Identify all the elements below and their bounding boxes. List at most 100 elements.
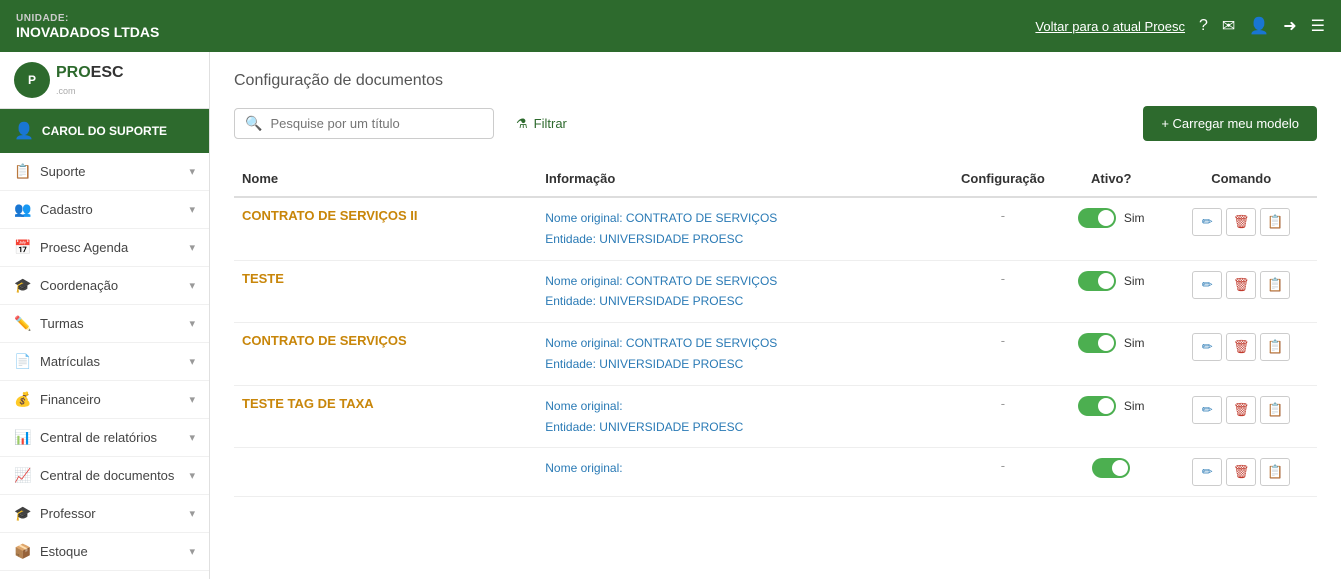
- doc-name-link[interactable]: TESTE TAG DE TAXA: [242, 396, 374, 411]
- doc-info-original: Nome original: CONTRATO DE SERVIÇOS: [545, 274, 777, 288]
- col-header-nome: Nome: [234, 161, 537, 197]
- financeiro-icon: 💰: [14, 391, 30, 408]
- search-box: 🔍: [234, 108, 494, 139]
- turmas-icon: ✏️: [14, 315, 30, 332]
- documentos-icon: 📈: [14, 467, 30, 484]
- action-buttons: ✏ 🗑 📋: [1173, 396, 1309, 424]
- logout-icon[interactable]: ➜: [1283, 16, 1296, 36]
- chevron-icon: ▾: [189, 507, 195, 520]
- doc-config: -: [949, 385, 1057, 448]
- view-button[interactable]: 📋: [1260, 396, 1290, 424]
- sidebar-item-configuracoes[interactable]: ⚙️ Configurações ▾: [0, 571, 209, 579]
- toggle-cell: Sim: [1065, 333, 1157, 353]
- delete-button[interactable]: 🗑: [1226, 458, 1256, 486]
- sidebar-item-financeiro[interactable]: 💰 Financeiro ▾: [0, 381, 209, 419]
- edit-button[interactable]: ✏: [1192, 271, 1222, 299]
- col-header-ativo: Ativo?: [1057, 161, 1165, 197]
- active-toggle[interactable]: [1078, 271, 1116, 291]
- search-input[interactable]: [270, 116, 483, 131]
- matriculas-icon: 📄: [14, 353, 30, 370]
- sidebar-item-central-documentos[interactable]: 📈 Central de documentos ▾: [0, 457, 209, 495]
- delete-button[interactable]: 🗑: [1226, 333, 1256, 361]
- user-avatar-icon: 👤: [14, 121, 34, 141]
- logo-text: PROESC .com: [56, 64, 124, 97]
- active-toggle[interactable]: [1078, 208, 1116, 228]
- doc-info-original: Nome original: CONTRATO DE SERVIÇOS: [545, 336, 777, 350]
- toolbar-left: 🔍 ⚗ Filtrar: [234, 108, 577, 139]
- edit-button[interactable]: ✏: [1192, 208, 1222, 236]
- doc-name-link[interactable]: CONTRATO DE SERVIÇOS: [242, 333, 407, 348]
- active-toggle[interactable]: [1092, 458, 1130, 478]
- back-link[interactable]: Voltar para o atual Proesc: [1035, 19, 1185, 34]
- table-row: TESTE TAG DE TAXA Nome original: Entidad…: [234, 385, 1317, 448]
- active-toggle[interactable]: [1078, 333, 1116, 353]
- toggle-cell: [1065, 458, 1157, 478]
- doc-config: -: [949, 197, 1057, 260]
- view-button[interactable]: 📋: [1260, 333, 1290, 361]
- upload-model-button[interactable]: + Carregar meu modelo: [1143, 106, 1317, 141]
- delete-button[interactable]: 🗑: [1226, 271, 1256, 299]
- active-toggle[interactable]: [1078, 396, 1116, 416]
- sidebar-item-central-relatorios[interactable]: 📊 Central de relatórios ▾: [0, 419, 209, 457]
- estoque-icon: 📦: [14, 543, 30, 560]
- topbar-actions: Voltar para o atual Proesc ? ✉ 👤 ➜ ☰: [1035, 16, 1325, 36]
- delete-button[interactable]: 🗑: [1226, 396, 1256, 424]
- edit-button[interactable]: ✏: [1192, 333, 1222, 361]
- sidebar-item-proesc-agenda[interactable]: 📅 Proesc Agenda ▾: [0, 229, 209, 267]
- filter-button[interactable]: ⚗ Filtrar: [506, 110, 577, 138]
- topbar-unit: UNIDADE: INOVADADOS LTDAS: [16, 13, 159, 40]
- doc-info-entidade: Entidade: UNIVERSIDADE PROESC: [545, 294, 743, 308]
- coordenacao-icon: 🎓: [14, 277, 30, 294]
- menu-icon[interactable]: ☰: [1311, 16, 1325, 36]
- unit-name: INOVADADOS LTDAS: [16, 24, 159, 40]
- chevron-icon: ▾: [189, 545, 195, 558]
- unit-label: UNIDADE:: [16, 13, 159, 24]
- active-label: Sim: [1124, 211, 1145, 225]
- toggle-cell: Sim: [1065, 208, 1157, 228]
- chevron-icon: ▾: [189, 355, 195, 368]
- sidebar-item-coordenacao[interactable]: 🎓 Coordenação ▾: [0, 267, 209, 305]
- sidebar-item-label: Matrículas: [40, 354, 100, 369]
- professor-icon: 🎓: [14, 505, 30, 522]
- sidebar-item-professor[interactable]: 🎓 Professor ▾: [0, 495, 209, 533]
- relatorios-icon: 📊: [14, 429, 30, 446]
- delete-button[interactable]: 🗑: [1226, 208, 1256, 236]
- doc-name-link[interactable]: CONTRATO DE SERVIÇOS II: [242, 208, 418, 223]
- action-buttons: ✏ 🗑 📋: [1173, 208, 1309, 236]
- filter-label: Filtrar: [534, 116, 567, 131]
- sidebar-item-suporte[interactable]: 📋 Suporte ▾: [0, 153, 209, 191]
- view-button[interactable]: 📋: [1260, 271, 1290, 299]
- chevron-icon: ▾: [189, 469, 195, 482]
- sidebar-item-label: Turmas: [40, 316, 84, 331]
- logo-area: P PROESC .com: [0, 52, 209, 109]
- person-icon[interactable]: 👤: [1249, 16, 1269, 36]
- doc-name-link[interactable]: TESTE: [242, 271, 284, 286]
- sidebar: P PROESC .com 👤 CAROL DO SUPORTE 📋 Supor…: [0, 52, 210, 579]
- table-row: CONTRATO DE SERVIÇOS II Nome original: C…: [234, 197, 1317, 260]
- sidebar-item-matriculas[interactable]: 📄 Matrículas ▾: [0, 343, 209, 381]
- edit-button[interactable]: ✏: [1192, 458, 1222, 486]
- doc-config: -: [949, 323, 1057, 386]
- view-button[interactable]: 📋: [1260, 208, 1290, 236]
- sidebar-item-cadastro[interactable]: 👥 Cadastro ▾: [0, 191, 209, 229]
- active-label: Sim: [1124, 399, 1145, 413]
- help-icon[interactable]: ?: [1199, 17, 1208, 35]
- edit-button[interactable]: ✏: [1192, 396, 1222, 424]
- cadastro-icon: 👥: [14, 201, 30, 218]
- toolbar: 🔍 ⚗ Filtrar + Carregar meu modelo: [234, 106, 1317, 141]
- chevron-icon: ▾: [189, 317, 195, 330]
- sidebar-item-label: Cadastro: [40, 202, 93, 217]
- doc-info-entidade: Entidade: UNIVERSIDADE PROESC: [545, 232, 743, 246]
- page-title: Configuração de documentos: [234, 72, 1317, 90]
- view-button[interactable]: 📋: [1260, 458, 1290, 486]
- table-row: TESTE Nome original: CONTRATO DE SERVIÇO…: [234, 260, 1317, 323]
- doc-config: -: [949, 448, 1057, 497]
- mail-icon[interactable]: ✉: [1222, 16, 1235, 36]
- sidebar-user: 👤 CAROL DO SUPORTE: [0, 109, 209, 153]
- sidebar-username: CAROL DO SUPORTE: [42, 124, 167, 138]
- col-header-comando: Comando: [1165, 161, 1317, 197]
- sidebar-item-estoque[interactable]: 📦 Estoque ▾: [0, 533, 209, 571]
- search-icon: 🔍: [245, 115, 262, 132]
- sidebar-item-turmas[interactable]: ✏️ Turmas ▾: [0, 305, 209, 343]
- logo-icon: P: [14, 62, 50, 98]
